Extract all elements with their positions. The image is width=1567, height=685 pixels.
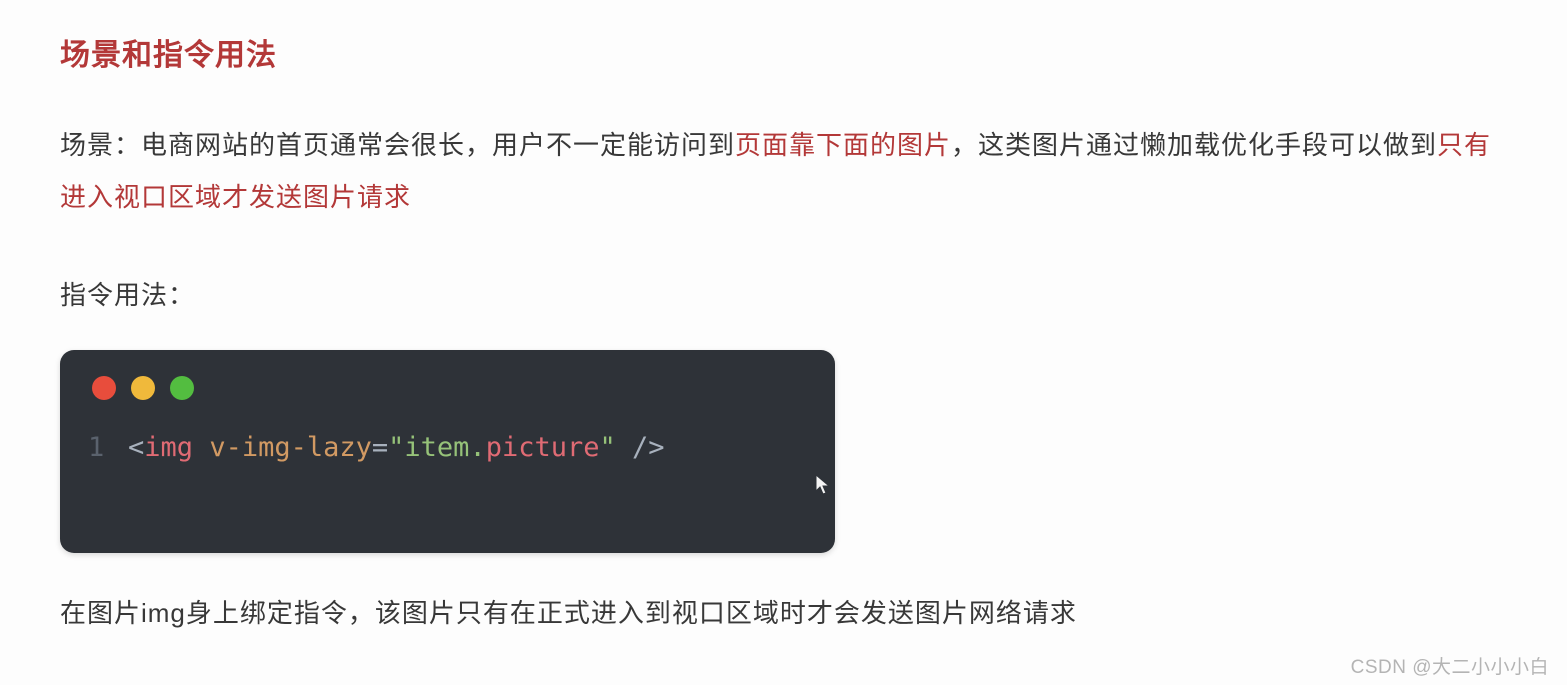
code-str-obj: item	[404, 432, 469, 463]
para-text-pre: 场景：电商网站的首页通常会很长，用户不一定能访问到	[60, 130, 735, 160]
minimize-icon	[131, 376, 155, 400]
window-traffic-lights	[88, 376, 807, 400]
code-line-1: 1<img v-img-lazy="item.picture" />	[88, 432, 807, 525]
close-icon	[92, 376, 116, 400]
para-text-mid: ，这类图片通过懒加载优化手段可以做到	[951, 130, 1437, 160]
line-number: 1	[88, 432, 128, 463]
code-quote-close: "	[600, 432, 616, 463]
code-bracket-close: />	[632, 432, 665, 463]
cursor-icon	[743, 450, 831, 525]
maximize-icon	[170, 376, 194, 400]
section-heading: 场景和指令用法	[60, 30, 1507, 74]
code-dot: .	[469, 432, 485, 463]
explanation-paragraph: 在图片img身上绑定指令，该图片只有在正式进入到视口区域时才会发送图片网络请求	[60, 593, 1507, 630]
code-str-prop: picture	[486, 432, 600, 463]
code-tag: img	[144, 432, 193, 463]
scenario-paragraph: 场景：电商网站的首页通常会很长，用户不一定能访问到页面靠下面的图片，这类图片通过…	[60, 119, 1507, 223]
code-attr: v-img-lazy	[209, 432, 372, 463]
code-bracket-open: <	[128, 432, 144, 463]
code-window: 1<img v-img-lazy="item.picture" />	[60, 350, 835, 553]
usage-label: 指令用法：	[60, 271, 1507, 320]
code-quote-open: "	[388, 432, 404, 463]
para-highlight-1: 页面靠下面的图片	[735, 130, 951, 160]
code-eq: =	[372, 432, 388, 463]
code-space	[193, 432, 209, 463]
watermark: CSDN @大二小小小白	[1351, 652, 1549, 679]
code-space-2	[616, 432, 632, 463]
